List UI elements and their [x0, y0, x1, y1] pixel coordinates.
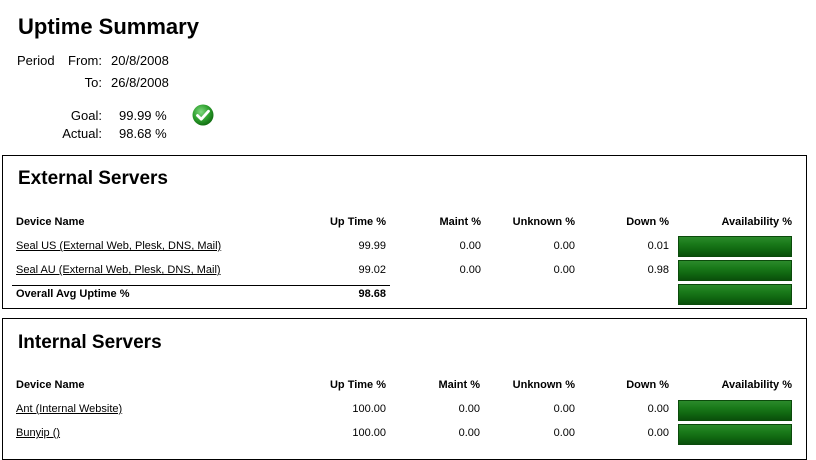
unknown-value: 0.00 [553, 264, 575, 276]
maint-value: 0.00 [458, 427, 480, 439]
uptime-value: 99.99 [358, 240, 386, 252]
availability-bar [678, 400, 792, 421]
unknown-value: 0.00 [553, 240, 575, 252]
actual-value: 98.68 % [119, 126, 167, 141]
col-unknown: Unknown % [512, 216, 575, 228]
col-maint: Maint % [438, 379, 480, 391]
uptime-value: 100.00 [352, 427, 386, 439]
col-availability: Availability % [721, 379, 792, 391]
availability-bar [678, 260, 792, 281]
page-title: Uptime Summary [18, 14, 199, 39]
green-check-icon [192, 104, 214, 126]
internal-servers-panel: Internal Servers Device Name Up Time % M… [2, 318, 807, 460]
unknown-value: 0.00 [553, 427, 575, 439]
device-link[interactable]: Seal US (External Web, Plesk, DNS, Mail) [16, 240, 221, 252]
unknown-value: 0.00 [553, 403, 575, 415]
overall-availability-bar [678, 284, 792, 305]
period-to-value: 26/8/2008 [111, 75, 169, 90]
period-from-value: 20/8/2008 [111, 53, 169, 68]
col-device-name: Device Name [16, 216, 85, 228]
uptime-value: 100.00 [352, 403, 386, 415]
period-to-label: To: [84, 75, 102, 90]
external-servers-panel: External Servers Device Name Up Time % M… [2, 155, 807, 309]
down-value: 0.98 [647, 264, 669, 276]
col-unknown: Unknown % [512, 379, 575, 391]
maint-value: 0.00 [458, 403, 480, 415]
uptime-value: 99.02 [358, 264, 386, 276]
availability-bar-fill [679, 285, 790, 304]
overall-divider [12, 285, 390, 286]
overall-label: Overall Avg Uptime % [16, 288, 130, 300]
availability-bar-fill [679, 401, 791, 420]
availability-bar-fill [679, 237, 791, 256]
availability-bar-fill [679, 261, 790, 280]
device-link[interactable]: Seal AU (External Web, Plesk, DNS, Mail) [16, 264, 221, 276]
col-device-name: Device Name [16, 379, 85, 391]
availability-bar-fill [679, 425, 791, 444]
maint-value: 0.00 [459, 264, 481, 276]
availability-bar [678, 424, 792, 445]
goal-label: Goal: [70, 108, 102, 123]
down-value: 0.01 [647, 240, 669, 252]
availability-bar [678, 236, 792, 257]
col-availability: Availability % [721, 216, 792, 228]
maint-value: 0.00 [459, 240, 481, 252]
col-down: Down % [626, 379, 669, 391]
col-down: Down % [626, 216, 669, 228]
down-value: 0.00 [647, 403, 669, 415]
period-label: Period [17, 53, 55, 68]
internal-servers-title: Internal Servers [18, 332, 162, 353]
period-from-label: From: [68, 53, 102, 68]
device-link[interactable]: Ant (Internal Website) [16, 403, 122, 415]
col-uptime: Up Time % [329, 379, 386, 391]
col-maint: Maint % [439, 216, 481, 228]
col-uptime: Up Time % [329, 216, 386, 228]
external-servers-title: External Servers [18, 168, 168, 189]
device-link[interactable]: Bunyip () [16, 427, 60, 439]
overall-value: 98.68 [358, 288, 386, 300]
actual-label: Actual: [62, 126, 102, 141]
goal-value: 99.99 % [119, 108, 167, 123]
down-value: 0.00 [647, 427, 669, 439]
